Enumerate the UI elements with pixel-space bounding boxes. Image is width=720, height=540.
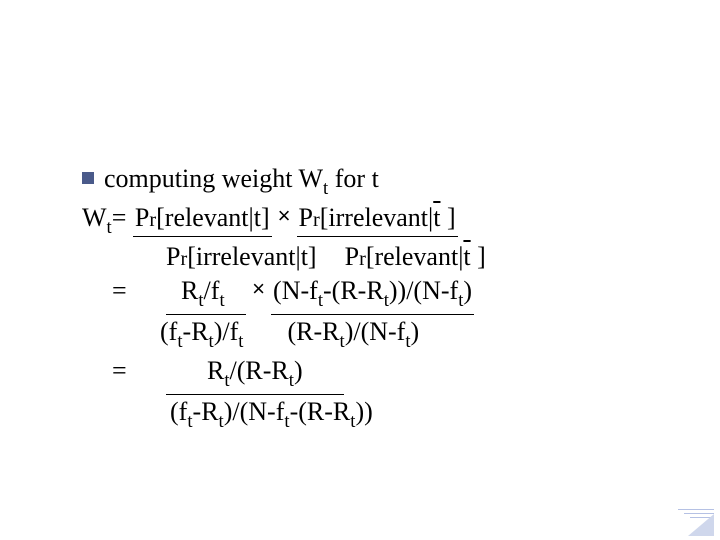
line-eq3-den: (ft-Rt)/(N-ft-(R-Rt))	[82, 395, 662, 434]
eq1-num-left: Pr[relevant|t]	[133, 201, 272, 237]
eq1-num-right: Pr[irrelevant|t ]	[297, 201, 458, 237]
bullet-icon	[82, 172, 94, 184]
line-eq3-num: = Rt/(R-Rt)	[82, 354, 662, 395]
title-text: computing weight Wt for t	[104, 162, 379, 201]
eq3-num: Rt/(R-Rt)	[166, 354, 344, 395]
line-eq2-den: (ft-Rt)/ft (R-Rt)/(N-ft)	[82, 315, 662, 354]
eq1-den-right: Pr[relevant|t ]	[345, 240, 486, 274]
line-eq1-den: Pr[irrelevant|t] Pr[relevant|t ]	[82, 240, 662, 274]
line-eq2-num: = Rt/ft × (N-ft-(R-Rt))/(N-ft)	[82, 274, 662, 315]
line-title: computing weight Wt for t	[82, 162, 662, 201]
corner-decoration	[676, 506, 714, 536]
content-block: computing weight Wt for t Wt= Pr[relevan…	[82, 162, 662, 434]
eq2-num-right: (N-ft-(R-Rt))/(N-ft)	[271, 274, 474, 315]
eq2-num-left: Rt/ft	[166, 274, 246, 315]
eq2-equals: =	[112, 274, 166, 308]
slide: computing weight Wt for t Wt= Pr[relevan…	[0, 0, 720, 540]
eq3-den: (ft-Rt)/(N-ft-(R-Rt))	[170, 395, 373, 434]
times-2: ×	[246, 274, 271, 303]
eq2-den-left: (ft-Rt)/ft	[160, 315, 243, 354]
line-eq1-num: Wt= Pr[relevant|t] × Pr[irrelevant|t ]	[82, 201, 662, 240]
eq2-den-right: (R-Rt)/(N-ft)	[287, 315, 419, 354]
eq1-den-left: Pr[irrelevant|t]	[166, 240, 317, 274]
times-1: ×	[272, 201, 297, 230]
eq3-equals: =	[112, 354, 166, 388]
eq1-lhs: Wt=	[82, 201, 133, 240]
